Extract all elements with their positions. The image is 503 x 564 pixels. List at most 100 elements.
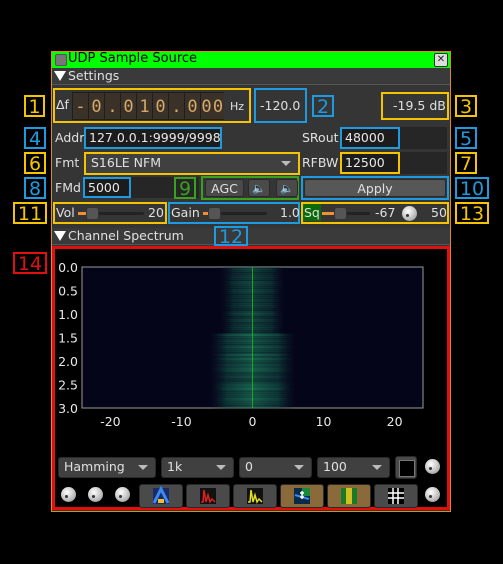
volume-label: Vol <box>56 205 75 220</box>
annotation-badge-2: 2 <box>312 95 334 117</box>
annotation-badge-6: 6 <box>24 152 46 174</box>
annotation-badge-3: 3 <box>455 95 477 117</box>
range-selected: 100 <box>323 459 347 474</box>
annotation-badge-1: 1 <box>24 95 45 117</box>
max-hold-spectrum-icon <box>200 488 216 504</box>
frequency-digit[interactable]: 0 <box>185 93 200 119</box>
enable-checkbox[interactable] <box>55 54 67 66</box>
gain-slider[interactable] <box>203 207 267 220</box>
agc-button[interactable]: AGC <box>205 179 244 197</box>
frequency-separator: . <box>169 93 184 119</box>
squelch-value: -67 <box>375 205 396 220</box>
fft-window-select[interactable]: Hamming <box>58 457 156 478</box>
y-tick-label: 3.0 <box>58 401 78 416</box>
max-hold-button[interactable] <box>186 484 230 508</box>
x-tick-label: -10 <box>171 414 191 429</box>
histogram-button[interactable] <box>280 484 324 508</box>
y-tick-label: 2.5 <box>58 378 78 393</box>
squelch-gate-dial[interactable] <box>402 206 417 221</box>
chevron-down-icon <box>216 465 226 470</box>
annotation-badge-5: 5 <box>455 127 477 149</box>
y-tick-label: 0.0 <box>58 260 78 275</box>
frequency-digit[interactable]: 1 <box>137 93 152 119</box>
frequency-digit[interactable]: 0 <box>212 93 224 119</box>
delta-f-label: Δf <box>56 97 69 112</box>
grid-intensity-dial[interactable] <box>425 487 440 502</box>
frequency-digit[interactable]: 0 <box>121 93 136 119</box>
ref-level-selected: 0 <box>245 459 253 474</box>
waterfall-icon <box>341 488 357 504</box>
fft-window-selected: Hamming <box>64 459 125 474</box>
chevron-down-icon <box>281 161 291 166</box>
fm-deviation-input[interactable]: 5000 <box>83 177 131 198</box>
waterfall-3d-button[interactable] <box>139 484 183 508</box>
volume-value: 20 <box>148 205 164 220</box>
collapse-triangle-icon <box>54 231 66 241</box>
squelch-slider[interactable] <box>322 207 370 220</box>
frequency-unit: Hz <box>230 100 245 113</box>
collapse-triangle-icon <box>54 71 66 81</box>
gain-slider-handle[interactable] <box>208 207 221 220</box>
annotation-badge-9: 9 <box>174 177 196 199</box>
y-tick-label: 1.5 <box>58 331 78 346</box>
output-samplerate-input[interactable]: 48000 <box>340 127 400 149</box>
stroke-dial[interactable] <box>115 487 130 502</box>
waterfall-button[interactable] <box>327 484 371 508</box>
format-selected: S16LE NFM <box>91 155 162 170</box>
annotation-badge-7: 7 <box>455 152 477 174</box>
ref-level-select[interactable]: 0 <box>239 457 312 478</box>
title-bar: UDP Sample Source ✕ <box>52 51 450 68</box>
frequency-digit[interactable]: 0 <box>89 93 104 119</box>
histogram-icon <box>294 488 310 504</box>
fft-size-selected: 1k <box>167 459 183 474</box>
address-input[interactable]: 127.0.0.1:9999/9998 <box>84 127 222 149</box>
linear-dial[interactable] <box>88 487 103 502</box>
volume-slider-handle[interactable] <box>86 207 99 220</box>
grid-button[interactable] <box>374 484 418 508</box>
squelch-indicator: Sq <box>303 204 321 221</box>
squelch-gate-value: 50 <box>431 205 447 220</box>
y-tick-label: 0.5 <box>58 284 78 299</box>
frequency-digit[interactable]: 0 <box>201 93 212 119</box>
settings-section-header[interactable]: Settings <box>52 68 450 85</box>
audio-stereo-button[interactable]: 🔈 <box>276 179 298 197</box>
fmd-label: FMd <box>55 180 81 195</box>
x-tick-label: -20 <box>100 414 120 429</box>
chevron-down-icon <box>138 465 148 470</box>
annotation-badge-4: 4 <box>24 127 46 149</box>
range-select[interactable]: 100 <box>317 457 390 478</box>
spectrum-section-header[interactable]: Channel Spectrum <box>52 228 450 245</box>
volume-slider[interactable] <box>78 207 144 220</box>
audio-mute-button[interactable]: 🔈 <box>248 179 270 197</box>
annotation-badge-13: 13 <box>455 202 489 224</box>
format-select[interactable]: S16LE NFM <box>84 152 300 175</box>
x-tick-label: 20 <box>387 414 403 429</box>
annotation-badge-14: 14 <box>13 252 47 274</box>
gain-label: Gain <box>171 205 200 220</box>
color-picker-button[interactable] <box>395 456 417 479</box>
close-icon[interactable]: ✕ <box>434 53 448 67</box>
current-spectrum-button[interactable] <box>233 484 277 508</box>
window-title: UDP Sample Source <box>68 51 198 66</box>
frequency-digit[interactable]: 0 <box>153 93 168 119</box>
fft-size-select[interactable]: 1k <box>161 457 234 478</box>
apply-button[interactable]: Apply <box>304 179 446 197</box>
settings-label: Settings <box>68 68 120 83</box>
gain-value: 1.0 <box>280 205 300 220</box>
color-swatch <box>399 460 415 477</box>
y-tick-label: 2.0 <box>58 354 78 369</box>
x-tick-label: 10 <box>316 414 332 429</box>
rfbw-spacer <box>400 152 447 174</box>
channel-power-value: -120.0 <box>260 98 301 113</box>
annotation-badge-10: 10 <box>455 177 489 199</box>
rf-bandwidth-input[interactable]: 12500 <box>340 152 400 174</box>
waterfall-chart[interactable]: 0.0 0.5 1.0 1.5 2.0 2.5 3.0 -20 -10 0 10 20 <box>55 249 447 449</box>
annotation-badge-12: 12 <box>214 226 248 247</box>
squelch-level-value: -19.5 dB <box>393 98 446 113</box>
averaging-dial[interactable] <box>61 487 76 502</box>
current-spectrum-icon <box>247 488 263 504</box>
annotation-badge-8: 8 <box>24 177 46 199</box>
squelch-slider-handle[interactable] <box>334 207 347 220</box>
frequency-dial[interactable]: - 0 . 0 1 0 . 0 0 0 <box>72 92 224 120</box>
decay-dial[interactable] <box>425 459 440 474</box>
